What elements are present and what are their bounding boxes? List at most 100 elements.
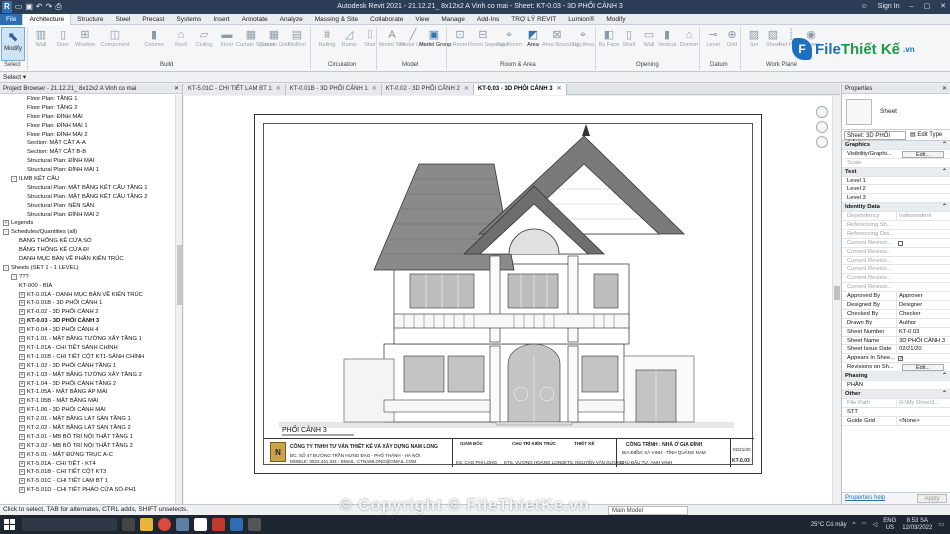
property-value[interactable]: Approver (896, 292, 948, 302)
close-tab-icon[interactable]: ✕ (557, 86, 562, 92)
tree-item[interactable]: DANH MỤC BẢN VẼ PHẦN KIẾN TRÚC (0, 255, 175, 264)
tree-item[interactable]: Section: MẶT CẮT B-B (0, 148, 175, 157)
tree-item[interactable]: - Sheets (SET 1 - 1 LEVEL) (0, 264, 175, 273)
minimize-icon[interactable]: – (910, 0, 914, 14)
tree-item[interactable]: Floor Plan: ĐỈNH MÁI (0, 113, 175, 122)
property-section[interactable]: Other ⌃ (842, 389, 950, 399)
tag-area-button[interactable]: ⌖ Tag Area (572, 27, 594, 57)
property-row[interactable]: Sheet Name 3D PHỐI CẢNH 3 (842, 336, 950, 346)
tab-systems[interactable]: Systems (170, 14, 207, 25)
collapse-icon[interactable]: - (3, 264, 9, 271)
view-tab[interactable]: KT-0.02 - 3D PHỐI CẢNH 2 ✕ (381, 84, 474, 95)
tree-item[interactable]: Structural Plan: MẶT BẰNG KẾT CẤU TẦNG 1 (0, 184, 175, 193)
property-value[interactable]: Author (896, 318, 948, 328)
property-row[interactable]: Drawn By Author (842, 318, 950, 328)
steering-wheel-icon[interactable] (816, 121, 828, 133)
property-row[interactable]: Current Revisio... (842, 265, 950, 275)
property-checkbox[interactable] (898, 240, 903, 246)
tab-modify[interactable]: Modify (600, 14, 631, 25)
expand-icon[interactable]: + (19, 407, 25, 414)
tree-item[interactable]: + KT-3.02 - MB BỐ TRÍ NỘI THẤT TẦNG 2 (0, 442, 175, 451)
panel-label-room-area[interactable]: Room & Area (500, 62, 536, 68)
tree-item[interactable]: - Schedules/Quantities (all) (0, 228, 175, 237)
tray-chevron-icon[interactable]: ^ (853, 522, 856, 528)
tree-item[interactable]: Floor Plan: TẦNG 1 (0, 95, 175, 104)
expand-icon[interactable]: + (19, 318, 25, 325)
expand-icon[interactable]: + (19, 424, 25, 431)
close-tab-icon[interactable]: ✕ (464, 86, 469, 92)
drawing-canvas[interactable]: PHỐI CẢNH 3 N CÔNG TY TNHH TƯ VẤN THIẾT … (184, 96, 832, 504)
expand-icon[interactable]: + (19, 442, 25, 449)
autocad-icon[interactable] (212, 518, 225, 531)
property-value[interactable]: 02/21/20 (896, 345, 948, 355)
expand-icon[interactable]: + (19, 362, 25, 369)
tree-item[interactable]: + KT-1.06 - 3D PHỐI CẢNH MÁI (0, 406, 175, 415)
weather-text[interactable]: 25°C Có mây (811, 522, 847, 528)
property-row[interactable]: PHẦN (842, 381, 950, 390)
property-section[interactable]: Graphics ⌃ (842, 141, 950, 150)
tree-item[interactable]: + Legends (0, 219, 175, 228)
property-row[interactable]: Current Revisio... (842, 239, 950, 248)
view-tab[interactable]: KT-0.03 - 3D PHỐI CẢNH 3 ✕ (473, 84, 567, 95)
zoom-icon[interactable] (816, 136, 828, 148)
expand-icon[interactable]: + (19, 451, 25, 458)
scroll-thumb[interactable] (177, 245, 182, 305)
tab-precast[interactable]: Precast (136, 14, 170, 25)
tree-item[interactable]: BẢNG THỐNG KÊ CỬA ĐI (0, 246, 175, 255)
property-section[interactable]: Identity Data ⌃ (842, 203, 950, 213)
tree-item[interactable]: + KT-2.01 - MẶT BẰNG LÁT SÀN TẦNG 1 (0, 415, 175, 424)
expand-icon[interactable]: + (19, 398, 25, 405)
property-row[interactable]: Appears In Shee... ✓ (842, 354, 950, 364)
property-row[interactable]: Checked By Checker (842, 309, 950, 319)
room-separator-button[interactable]: ⊟ Room Separator (468, 27, 509, 57)
tree-item[interactable]: Floor Plan: ĐỈNH MÁI 1 (0, 122, 175, 131)
property-row[interactable]: Dependency Independent (842, 212, 950, 222)
view-tab[interactable]: KT-0.01B - 3D PHỐI CẢNH 1 ✕ (285, 84, 382, 95)
tree-item[interactable]: + KT-5.01A - CHI TIẾT - KT4 (0, 460, 175, 469)
save-icon[interactable]: ▣ (25, 1, 33, 13)
tree-item[interactable]: + KT-1.02 - 3D PHỐI CẢNH TẦNG 1 (0, 362, 175, 371)
property-row[interactable]: Sheet Number KT-0.03 (842, 327, 950, 337)
property-row[interactable]: Current Revisio... (842, 248, 950, 257)
property-row[interactable]: Referencing Sh... (842, 221, 950, 230)
tree-item[interactable]: + KT-5.01 - MẶT ĐỨNG TRỤC A-C (0, 451, 175, 460)
task-view-icon[interactable] (122, 518, 135, 531)
tag-room-button[interactable]: ⌖ Tag Room (496, 27, 522, 57)
mullion-button[interactable]: ▤ Mullion (286, 27, 308, 57)
tree-item[interactable]: + KT-2.02 - MẶT BẰNG LÁT SÀN TẦNG 2 (0, 424, 175, 433)
property-row[interactable]: File Path G:\My Drive\3... (842, 398, 950, 408)
instance-filter-dropdown[interactable]: Sheet: 3D PHỐI CẢNI ▾ (844, 131, 906, 147)
expand-icon[interactable]: + (19, 478, 25, 485)
property-value[interactable]: G:\My Drive\3... (896, 398, 948, 408)
tab-massing-site[interactable]: Massing & Site (309, 14, 364, 25)
property-row[interactable]: Level 2 (842, 185, 950, 195)
tree-item[interactable]: Structural Plan: ĐỈNH MÁI 2 (0, 211, 175, 220)
property-value[interactable]: 3D PHỐI CẢNH 3 (896, 336, 948, 346)
user-icon[interactable]: ☺ (861, 0, 868, 14)
active-model-dropdown[interactable]: Main Model (608, 506, 688, 515)
tree-item[interactable]: + KT-1.01B - CHI TIẾT CỘT KT1-SẢNH CHÍNH (0, 353, 175, 362)
property-row[interactable]: Current Revisio... (842, 274, 950, 284)
close-tab-icon[interactable]: ✕ (372, 86, 377, 92)
property-row[interactable]: Current Revisio... (842, 257, 950, 266)
tree-item[interactable]: KT-000 - BÌA (0, 282, 175, 291)
chrome-icon[interactable] (158, 518, 171, 531)
floor-button[interactable]: ▬ Floor (216, 27, 238, 57)
edit-type-button[interactable]: ▤ Edit Type (910, 130, 942, 141)
type-selector[interactable]: Sheet (842, 94, 950, 130)
tree-item[interactable]: Structural Plan: NỀN SÂN (0, 202, 175, 211)
tab-structure[interactable]: Structure (71, 14, 109, 25)
canvas-scrollbar[interactable] (832, 96, 840, 504)
expand-icon[interactable]: + (19, 371, 25, 378)
tree-item[interactable]: + KT-1.01 - MẶT BẰNG TƯỜNG XÂY TẦNG 1 (0, 335, 175, 344)
property-row[interactable]: Referencing Det... (842, 230, 950, 239)
property-value[interactable]: <None> (896, 416, 948, 426)
tab-manage[interactable]: Manage (435, 14, 471, 25)
property-section[interactable]: Phasing ⌃ (842, 372, 950, 382)
tab-lumion[interactable]: Lumion® (562, 14, 600, 25)
redo-icon[interactable]: ↷ (46, 1, 53, 13)
tab-architecture[interactable]: Architecture (22, 13, 72, 25)
component-button[interactable]: ◫ Component (101, 27, 130, 57)
tab-tro-ly-revit[interactable]: TRỢ LÝ REVIT (505, 14, 562, 25)
tree-item[interactable]: + KT-1.05B - MẶT BẰNG MÁI (0, 397, 175, 406)
